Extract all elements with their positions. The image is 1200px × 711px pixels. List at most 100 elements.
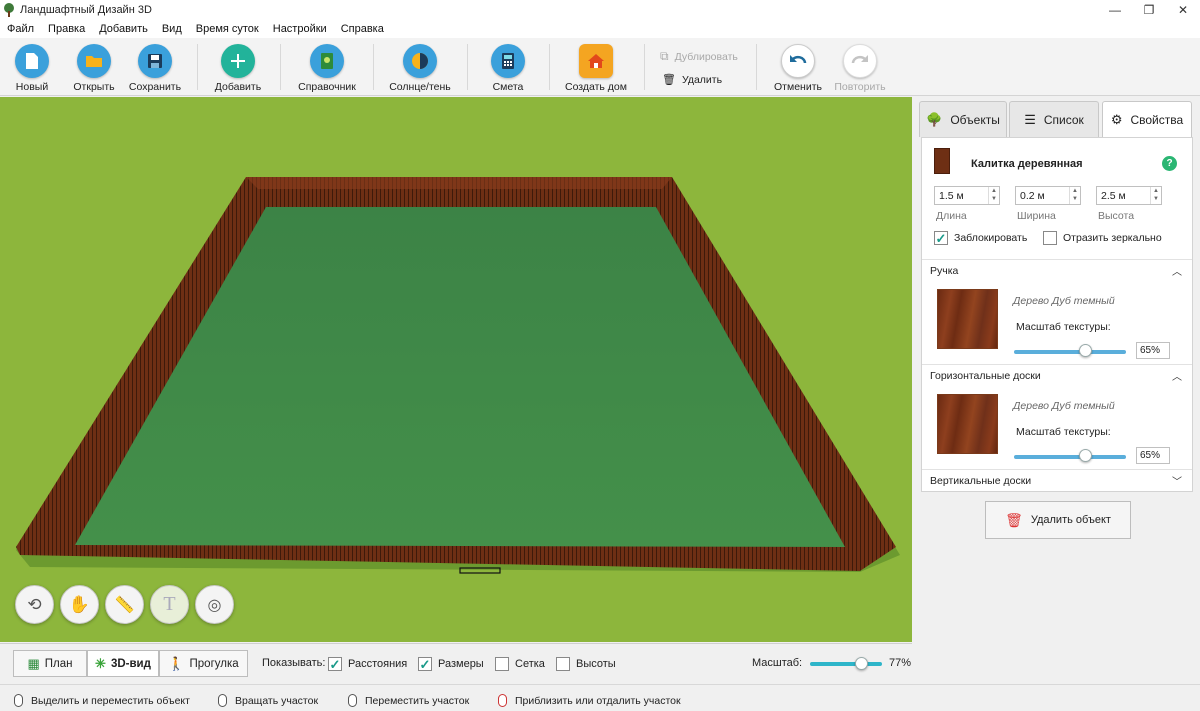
tab-list[interactable]: ☰ Список: [1009, 101, 1099, 137]
fence-top-rail: [246, 177, 672, 189]
length-input[interactable]: 1.5 м ▲ ▼: [934, 186, 1000, 205]
zoom-slider-thumb[interactable]: [855, 657, 868, 670]
section-handle-header[interactable]: Ручка ︿: [922, 259, 1192, 281]
help-icon[interactable]: ?: [1162, 156, 1177, 171]
ruler-icon: 📏: [114, 596, 135, 614]
spinner-arrows-icon[interactable]: ▲ ▼: [1150, 187, 1161, 204]
estimate-button[interactable]: Смета: [490, 44, 526, 93]
properties-panel: Калитка деревянная ? 1.5 м ▲ ▼ 0.2 м ▲ ▼ 2.5…: [921, 137, 1193, 492]
status-hint-select: Выделить и переместить объект: [14, 694, 190, 707]
section-vertical-boards-header[interactable]: Вертикальные доски ﹀: [922, 469, 1192, 491]
duplicate-button[interactable]: ⧉ Дублировать: [660, 49, 738, 64]
3d-viewport[interactable]: [0, 97, 912, 642]
status-hint-zoom: Приблизить или отдалить участок: [498, 694, 681, 707]
handle-scale-slider-thumb[interactable]: [1079, 344, 1092, 357]
chevron-up-icon: ︿: [1172, 267, 1182, 278]
handle-texture-swatch[interactable]: [937, 289, 998, 349]
horizontal-boards-scale-value[interactable]: 65%: [1136, 447, 1170, 464]
tab-objects[interactable]: 🌳 Объекты: [919, 101, 1007, 137]
folder-icon: [77, 44, 111, 78]
select-move-tool[interactable]: ⟲: [15, 585, 54, 624]
toolbar-separator: [467, 44, 468, 90]
plan-view-button[interactable]: ▦ План: [13, 650, 87, 677]
chevron-down-icon: ﹀: [1172, 477, 1182, 488]
chevron-up-icon: ︿: [1172, 372, 1182, 383]
rotate-view-icon: ⟲: [27, 594, 42, 614]
mouse-left-icon: [14, 694, 23, 707]
show-grid-checkbox[interactable]: Сетка: [495, 657, 545, 671]
view-bar: ▦ План ✳ 3D-вид 🚶 Прогулка Показывать: ✓…: [0, 643, 912, 683]
3d-scene[interactable]: [0, 97, 912, 642]
close-button[interactable]: ✕: [1166, 0, 1200, 20]
handle-scale-label: Масштаб текстуры:: [1016, 321, 1111, 333]
horizontal-boards-scale-slider-thumb[interactable]: [1079, 449, 1092, 462]
3d-view-button[interactable]: ✳ 3D-вид: [87, 650, 159, 677]
handle-scale-value[interactable]: 65%: [1136, 342, 1170, 359]
mouse-right-icon: [218, 694, 227, 707]
width-input[interactable]: 0.2 м ▲ ▼: [1015, 186, 1081, 205]
menu-help[interactable]: Справка: [334, 23, 391, 35]
save-button[interactable]: Сохранить: [128, 44, 182, 93]
show-sizes-checkbox[interactable]: ✓ Размеры: [418, 657, 484, 671]
title-bar: Ландшафтный Дизайн 3D — ❐ ✕: [0, 0, 1200, 20]
section-horizontal-boards-header[interactable]: Горизонтальные доски ︿: [922, 364, 1192, 386]
checkbox-checked-icon: ✓: [328, 656, 342, 672]
walk-view-button[interactable]: 🚶 Прогулка: [159, 650, 248, 677]
sun-shade-button[interactable]: Солнце/тень: [388, 44, 452, 93]
horizontal-boards-scale-slider[interactable]: [1014, 455, 1126, 459]
checkbox-empty-icon: [495, 657, 509, 671]
tab-properties[interactable]: ⚙ Свойства: [1102, 101, 1192, 138]
maximize-button[interactable]: ❐: [1132, 0, 1166, 20]
lock-checkbox[interactable]: ✓ Заблокировать: [934, 231, 1027, 245]
menu-edit[interactable]: Правка: [41, 23, 92, 35]
checkbox-checked-icon: ✓: [418, 656, 432, 672]
add-button[interactable]: Добавить: [212, 44, 264, 93]
show-distances-checkbox[interactable]: ✓ Расстояния: [328, 657, 407, 671]
duplicate-icon: ⧉: [660, 49, 669, 63]
checkbox-empty-icon: [1043, 231, 1057, 245]
zoom-slider[interactable]: [810, 662, 882, 666]
height-input[interactable]: 2.5 м ▲ ▼: [1096, 186, 1162, 205]
delete-button[interactable]: 🗑 Удалить: [662, 73, 722, 87]
horizontal-boards-texture-swatch[interactable]: [937, 394, 998, 454]
show-heights-checkbox[interactable]: Высоты: [556, 657, 616, 671]
text-icon: T: [163, 593, 176, 615]
menu-time-of-day[interactable]: Время суток: [189, 23, 266, 35]
measure-tool[interactable]: 📏: [105, 585, 144, 624]
delete-object-button[interactable]: 🗑 Удалить объект: [985, 501, 1131, 539]
create-house-button[interactable]: Создать дом: [563, 44, 629, 93]
3d-tree-icon: ✳: [95, 655, 106, 671]
new-button[interactable]: Новый: [12, 44, 52, 93]
pan-tool[interactable]: ✋: [60, 585, 99, 624]
object-name: Калитка деревянная: [971, 158, 1083, 170]
status-bar: Выделить и переместить объект Вращать уч…: [0, 684, 1200, 711]
toolbar-separator: [197, 44, 198, 90]
status-hint-rotate: Вращать участок: [218, 694, 318, 707]
reference-button[interactable]: Справочник: [296, 44, 358, 93]
app-logo-icon: [4, 3, 14, 17]
mouse-middle-icon: [348, 694, 357, 707]
undo-button[interactable]: Отменить: [772, 44, 824, 93]
redo-icon: [843, 44, 877, 78]
mirror-checkbox[interactable]: Отразить зеркально: [1043, 231, 1162, 245]
open-button[interactable]: Открыть: [72, 44, 116, 93]
checkbox-empty-icon: [556, 657, 570, 671]
toolbar: Новый Открыть Сохранить Добавить Справоч…: [0, 38, 1200, 96]
gate-thumbnail-icon: [934, 148, 950, 174]
menu-settings[interactable]: Настройки: [266, 23, 334, 35]
length-label: Длина: [936, 210, 967, 222]
viewport-tools: ⟲ ✋ 📏 T ◎: [15, 585, 234, 624]
toolbar-separator: [373, 44, 374, 90]
menu-add[interactable]: Добавить: [92, 23, 155, 35]
width-label: Ширина: [1017, 210, 1056, 222]
text-tool[interactable]: T: [150, 585, 189, 624]
minimize-button[interactable]: —: [1098, 0, 1132, 20]
redo-button[interactable]: Повторить: [832, 44, 888, 93]
spinner-arrows-icon[interactable]: ▲ ▼: [1069, 187, 1080, 204]
menu-view[interactable]: Вид: [155, 23, 189, 35]
layers-tool[interactable]: ◎: [195, 585, 234, 624]
spinner-arrows-icon[interactable]: ▲ ▼: [988, 187, 999, 204]
menu-file[interactable]: Файл: [0, 23, 41, 35]
horizontal-boards-material-name: Дерево Дуб темный: [1013, 400, 1115, 412]
handle-scale-slider[interactable]: [1014, 350, 1126, 354]
